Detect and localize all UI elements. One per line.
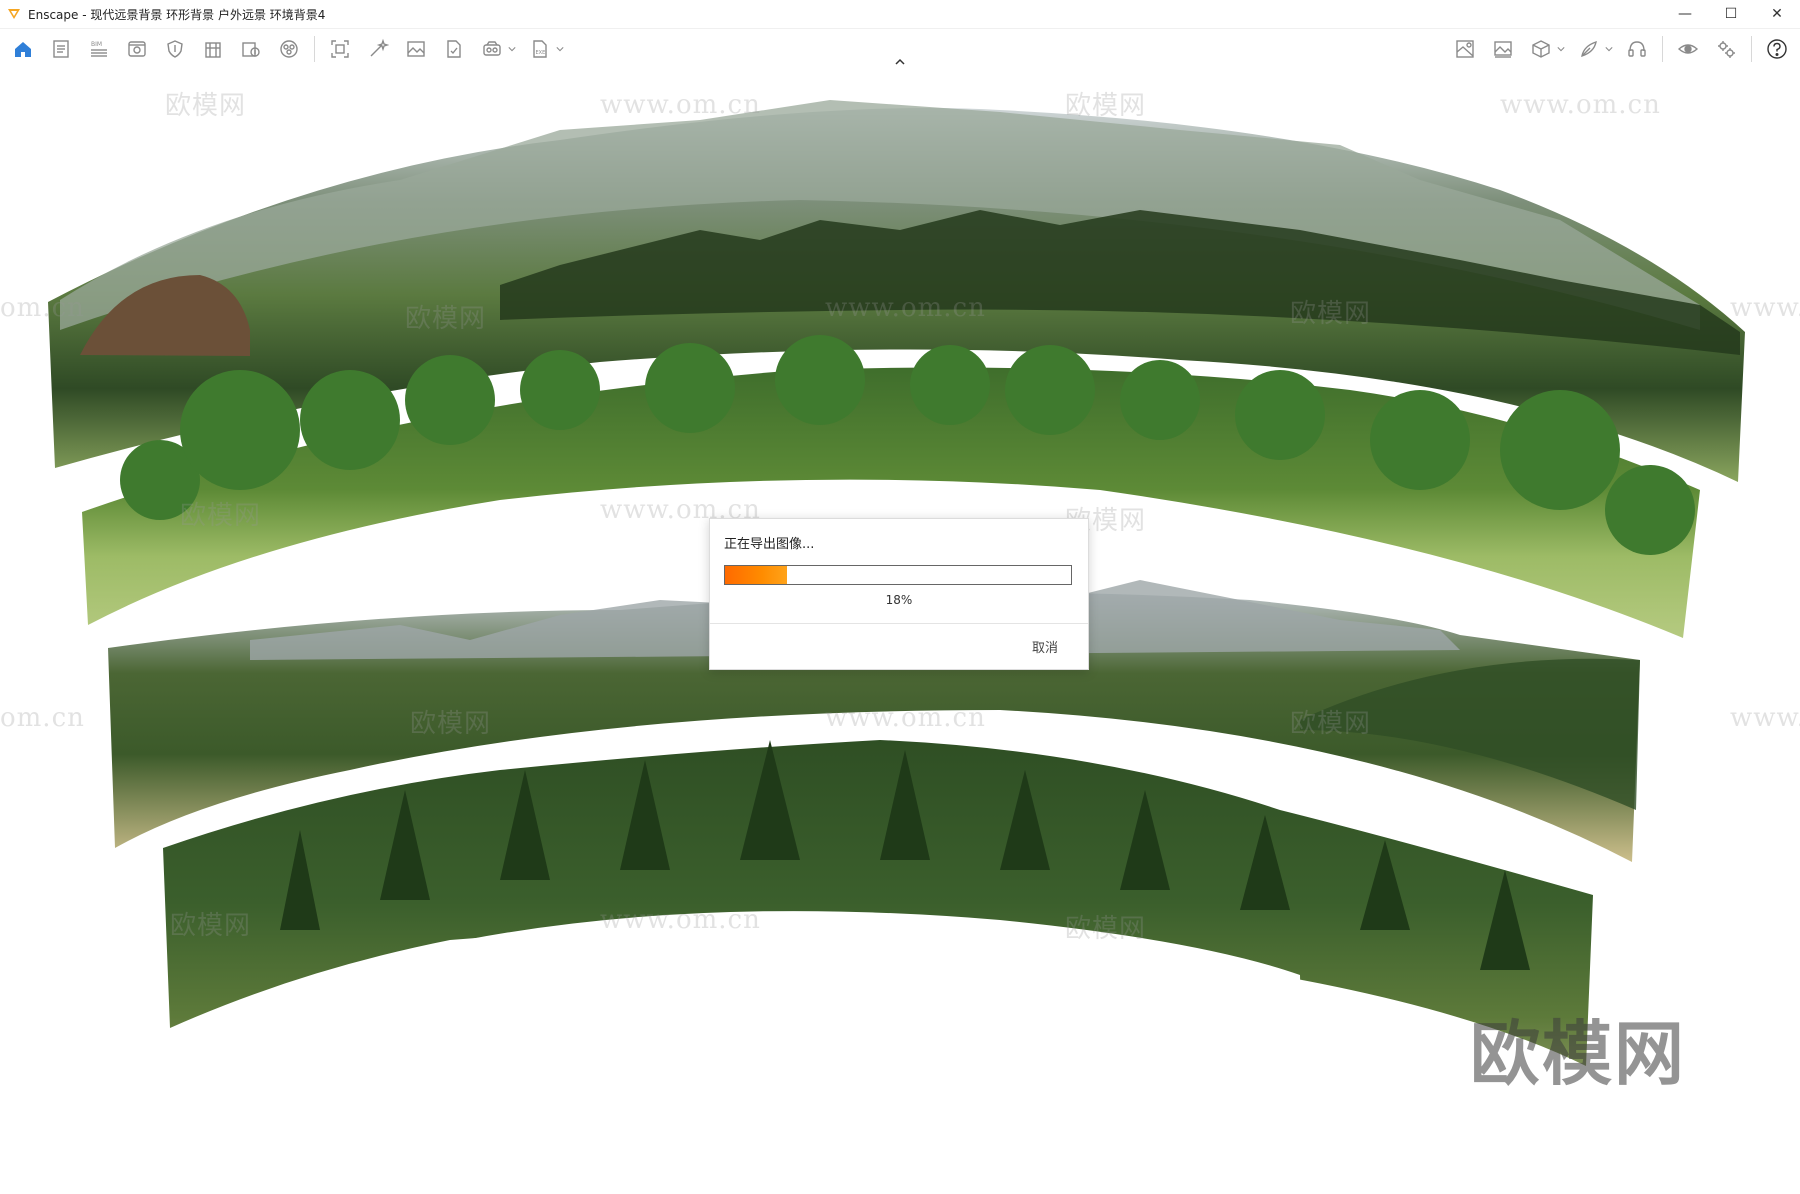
building-icon[interactable] bbox=[198, 34, 228, 64]
dialog-divider bbox=[710, 623, 1088, 624]
watermark-brand: 欧模网 bbox=[410, 709, 492, 739]
watermark-url: www. bbox=[1730, 703, 1800, 733]
cube-icon[interactable] bbox=[1526, 34, 1556, 64]
bim-icon[interactable]: BIM bbox=[84, 34, 114, 64]
watermark-url: www.om.cn bbox=[600, 90, 761, 120]
minimize-button[interactable]: — bbox=[1662, 0, 1708, 28]
progress-percent: 18% bbox=[885, 593, 913, 607]
capture-icon[interactable] bbox=[325, 34, 355, 64]
close-button[interactable]: ✕ bbox=[1754, 0, 1800, 28]
watermark-url: www. bbox=[1730, 293, 1800, 323]
watermark-brand: 欧模网 bbox=[1290, 299, 1372, 329]
watermark-brand: 欧模网 bbox=[405, 304, 487, 334]
watermark-url: www.om.cn bbox=[825, 293, 986, 323]
asset-library-icon[interactable] bbox=[1450, 34, 1480, 64]
headset-icon[interactable] bbox=[1622, 34, 1652, 64]
white-curve-mask bbox=[440, 911, 1305, 1194]
watermark-brand: 欧模网 bbox=[165, 91, 247, 121]
watermark-brand: 欧模网 bbox=[1065, 91, 1147, 121]
watermark-brand: 欧模网 bbox=[1065, 914, 1147, 944]
chevron-down-icon[interactable] bbox=[1556, 34, 1566, 64]
image-icon[interactable] bbox=[401, 34, 431, 64]
settings-icon[interactable] bbox=[1711, 34, 1741, 64]
chevron-up-icon bbox=[895, 58, 905, 65]
image-gallery-icon[interactable] bbox=[1488, 34, 1518, 64]
panorama-export-icon[interactable]: EXE bbox=[525, 34, 555, 64]
title-bar: Enscape - 现代远景背景 环形背景 户外远景 环境背景4 — ☐ ✕ bbox=[0, 0, 1800, 29]
home-icon[interactable] bbox=[8, 34, 38, 64]
material-icon[interactable] bbox=[1574, 34, 1604, 64]
maximize-button[interactable]: ☐ bbox=[1708, 0, 1754, 28]
toolbar-separator bbox=[314, 36, 315, 62]
file-check-icon[interactable] bbox=[439, 34, 469, 64]
svg-text:EXE: EXE bbox=[536, 50, 546, 56]
export-progress-dialog: 正在导出图像... 18% 取消 bbox=[709, 518, 1089, 670]
toolbar-separator bbox=[1662, 36, 1663, 62]
chevron-down-icon[interactable] bbox=[507, 34, 517, 64]
watermark-brand: 欧模网 bbox=[180, 501, 262, 531]
svg-text:BIM: BIM bbox=[91, 41, 102, 48]
progress-bar-fill bbox=[725, 566, 788, 584]
collapse-toolbar-button[interactable] bbox=[890, 52, 910, 72]
watermark-url: www.om.cn bbox=[1500, 90, 1661, 120]
watermark-url: www.om.cn bbox=[600, 905, 761, 935]
watermark-brand: 欧模网 bbox=[170, 911, 252, 941]
chevron-down-icon[interactable] bbox=[555, 34, 565, 64]
sphere-icon[interactable] bbox=[274, 34, 304, 64]
document-icon[interactable] bbox=[46, 34, 76, 64]
progress-bar bbox=[724, 565, 1072, 585]
watermark-url: www.om.cn bbox=[825, 703, 986, 733]
view-icon[interactable] bbox=[122, 34, 152, 64]
dialog-title: 正在导出图像... bbox=[724, 537, 815, 552]
enscape-logo-icon bbox=[8, 9, 20, 19]
chevron-down-icon[interactable] bbox=[1604, 34, 1614, 64]
help-icon[interactable] bbox=[1762, 34, 1792, 64]
window-title: Enscape - 现代远景背景 环形背景 户外远景 环境背景4 bbox=[28, 7, 326, 22]
shield-icon[interactable] bbox=[160, 34, 190, 64]
watermark-brand: 欧模网 bbox=[1290, 709, 1372, 739]
watermark-brand-large: 欧模网 bbox=[1470, 1013, 1686, 1095]
wand-icon[interactable] bbox=[363, 34, 393, 64]
watermark-url: om.cn bbox=[0, 703, 85, 733]
eye-icon[interactable] bbox=[1673, 34, 1703, 64]
export-icon[interactable] bbox=[236, 34, 266, 64]
watermark-url: om.cn bbox=[0, 293, 85, 323]
toolbar-separator bbox=[1751, 36, 1752, 62]
vr-icon[interactable] bbox=[477, 34, 507, 64]
cancel-button[interactable]: 取消 bbox=[1032, 637, 1058, 656]
